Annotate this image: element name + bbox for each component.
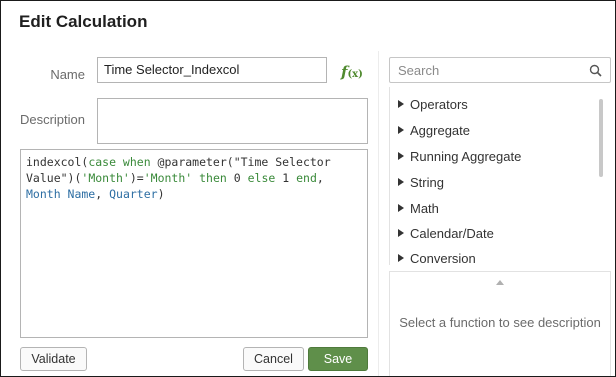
function-category[interactable]: String	[398, 172, 444, 192]
description-input[interactable]	[97, 98, 368, 144]
description-label: Description	[19, 112, 85, 127]
code-keyword: case when	[88, 155, 151, 169]
function-category[interactable]: Aggregate	[398, 120, 470, 140]
category-label: Conversion	[410, 250, 476, 266]
code-keyword: else	[247, 171, 276, 185]
code-string: 'Month'	[81, 171, 130, 185]
validate-button[interactable]: Validate	[20, 347, 87, 371]
name-input[interactable]: Time Selector_Indexcol	[97, 57, 327, 83]
code-token: )	[157, 187, 165, 201]
search-icon[interactable]	[589, 64, 602, 77]
function-category[interactable]: Operators	[398, 94, 468, 114]
edit-calculation-dialog: Edit Calculation Name Time Selector_Inde…	[0, 0, 616, 377]
category-label: Aggregate	[410, 122, 470, 138]
cancel-button[interactable]: Cancel	[243, 347, 304, 371]
function-category[interactable]: Calendar/Date	[398, 223, 494, 243]
function-search[interactable]: Search	[389, 57, 611, 83]
function-category[interactable]: Running Aggregate	[398, 146, 521, 166]
function-icon[interactable]: f(x)	[341, 64, 363, 83]
category-label: Calendar/Date	[410, 225, 494, 241]
expand-arrow-icon	[398, 126, 404, 134]
name-label: Name	[50, 67, 85, 82]
expand-arrow-icon	[398, 152, 404, 160]
expand-arrow-icon	[398, 229, 404, 237]
expand-arrow-icon	[398, 254, 404, 262]
code-column-ref: Quarter	[109, 187, 158, 201]
function-category-list: Operators Aggregate Running Aggregate St…	[389, 87, 612, 265]
function-list-scrollbar[interactable]	[599, 99, 603, 177]
category-label: Operators	[410, 96, 468, 112]
dialog-title: Edit Calculation	[19, 12, 148, 31]
category-label: Running Aggregate	[410, 148, 522, 164]
function-category[interactable]: Math	[398, 198, 439, 218]
expand-arrow-icon	[398, 204, 404, 212]
code-token: 1	[275, 171, 297, 185]
function-category[interactable]: Conversion	[398, 248, 476, 265]
panel-divider	[378, 51, 379, 376]
expand-arrow-icon	[398, 100, 404, 108]
search-placeholder: Search	[398, 63, 440, 78]
collapse-arrow-icon[interactable]	[496, 280, 504, 285]
expand-arrow-icon	[398, 178, 404, 186]
code-string: 'Month'	[143, 171, 193, 185]
code-keyword: then	[199, 171, 227, 185]
code-token: )=	[129, 171, 144, 185]
code-token: ,	[316, 171, 324, 185]
category-label: Math	[410, 200, 439, 216]
code-column-ref: Month Name	[26, 187, 96, 201]
function-description-text: Select a function to see description	[399, 315, 601, 330]
expression-editor[interactable]: indexcol(case when @parameter("Time Sele…	[20, 149, 368, 338]
code-token: 0	[226, 171, 248, 185]
code-token: ,	[95, 187, 110, 201]
category-label: String	[410, 174, 444, 190]
save-button[interactable]: Save	[308, 347, 368, 371]
code-keyword: end	[296, 171, 317, 185]
function-description-panel: Select a function to see description	[389, 271, 611, 376]
code-token: indexcol(	[26, 155, 89, 169]
